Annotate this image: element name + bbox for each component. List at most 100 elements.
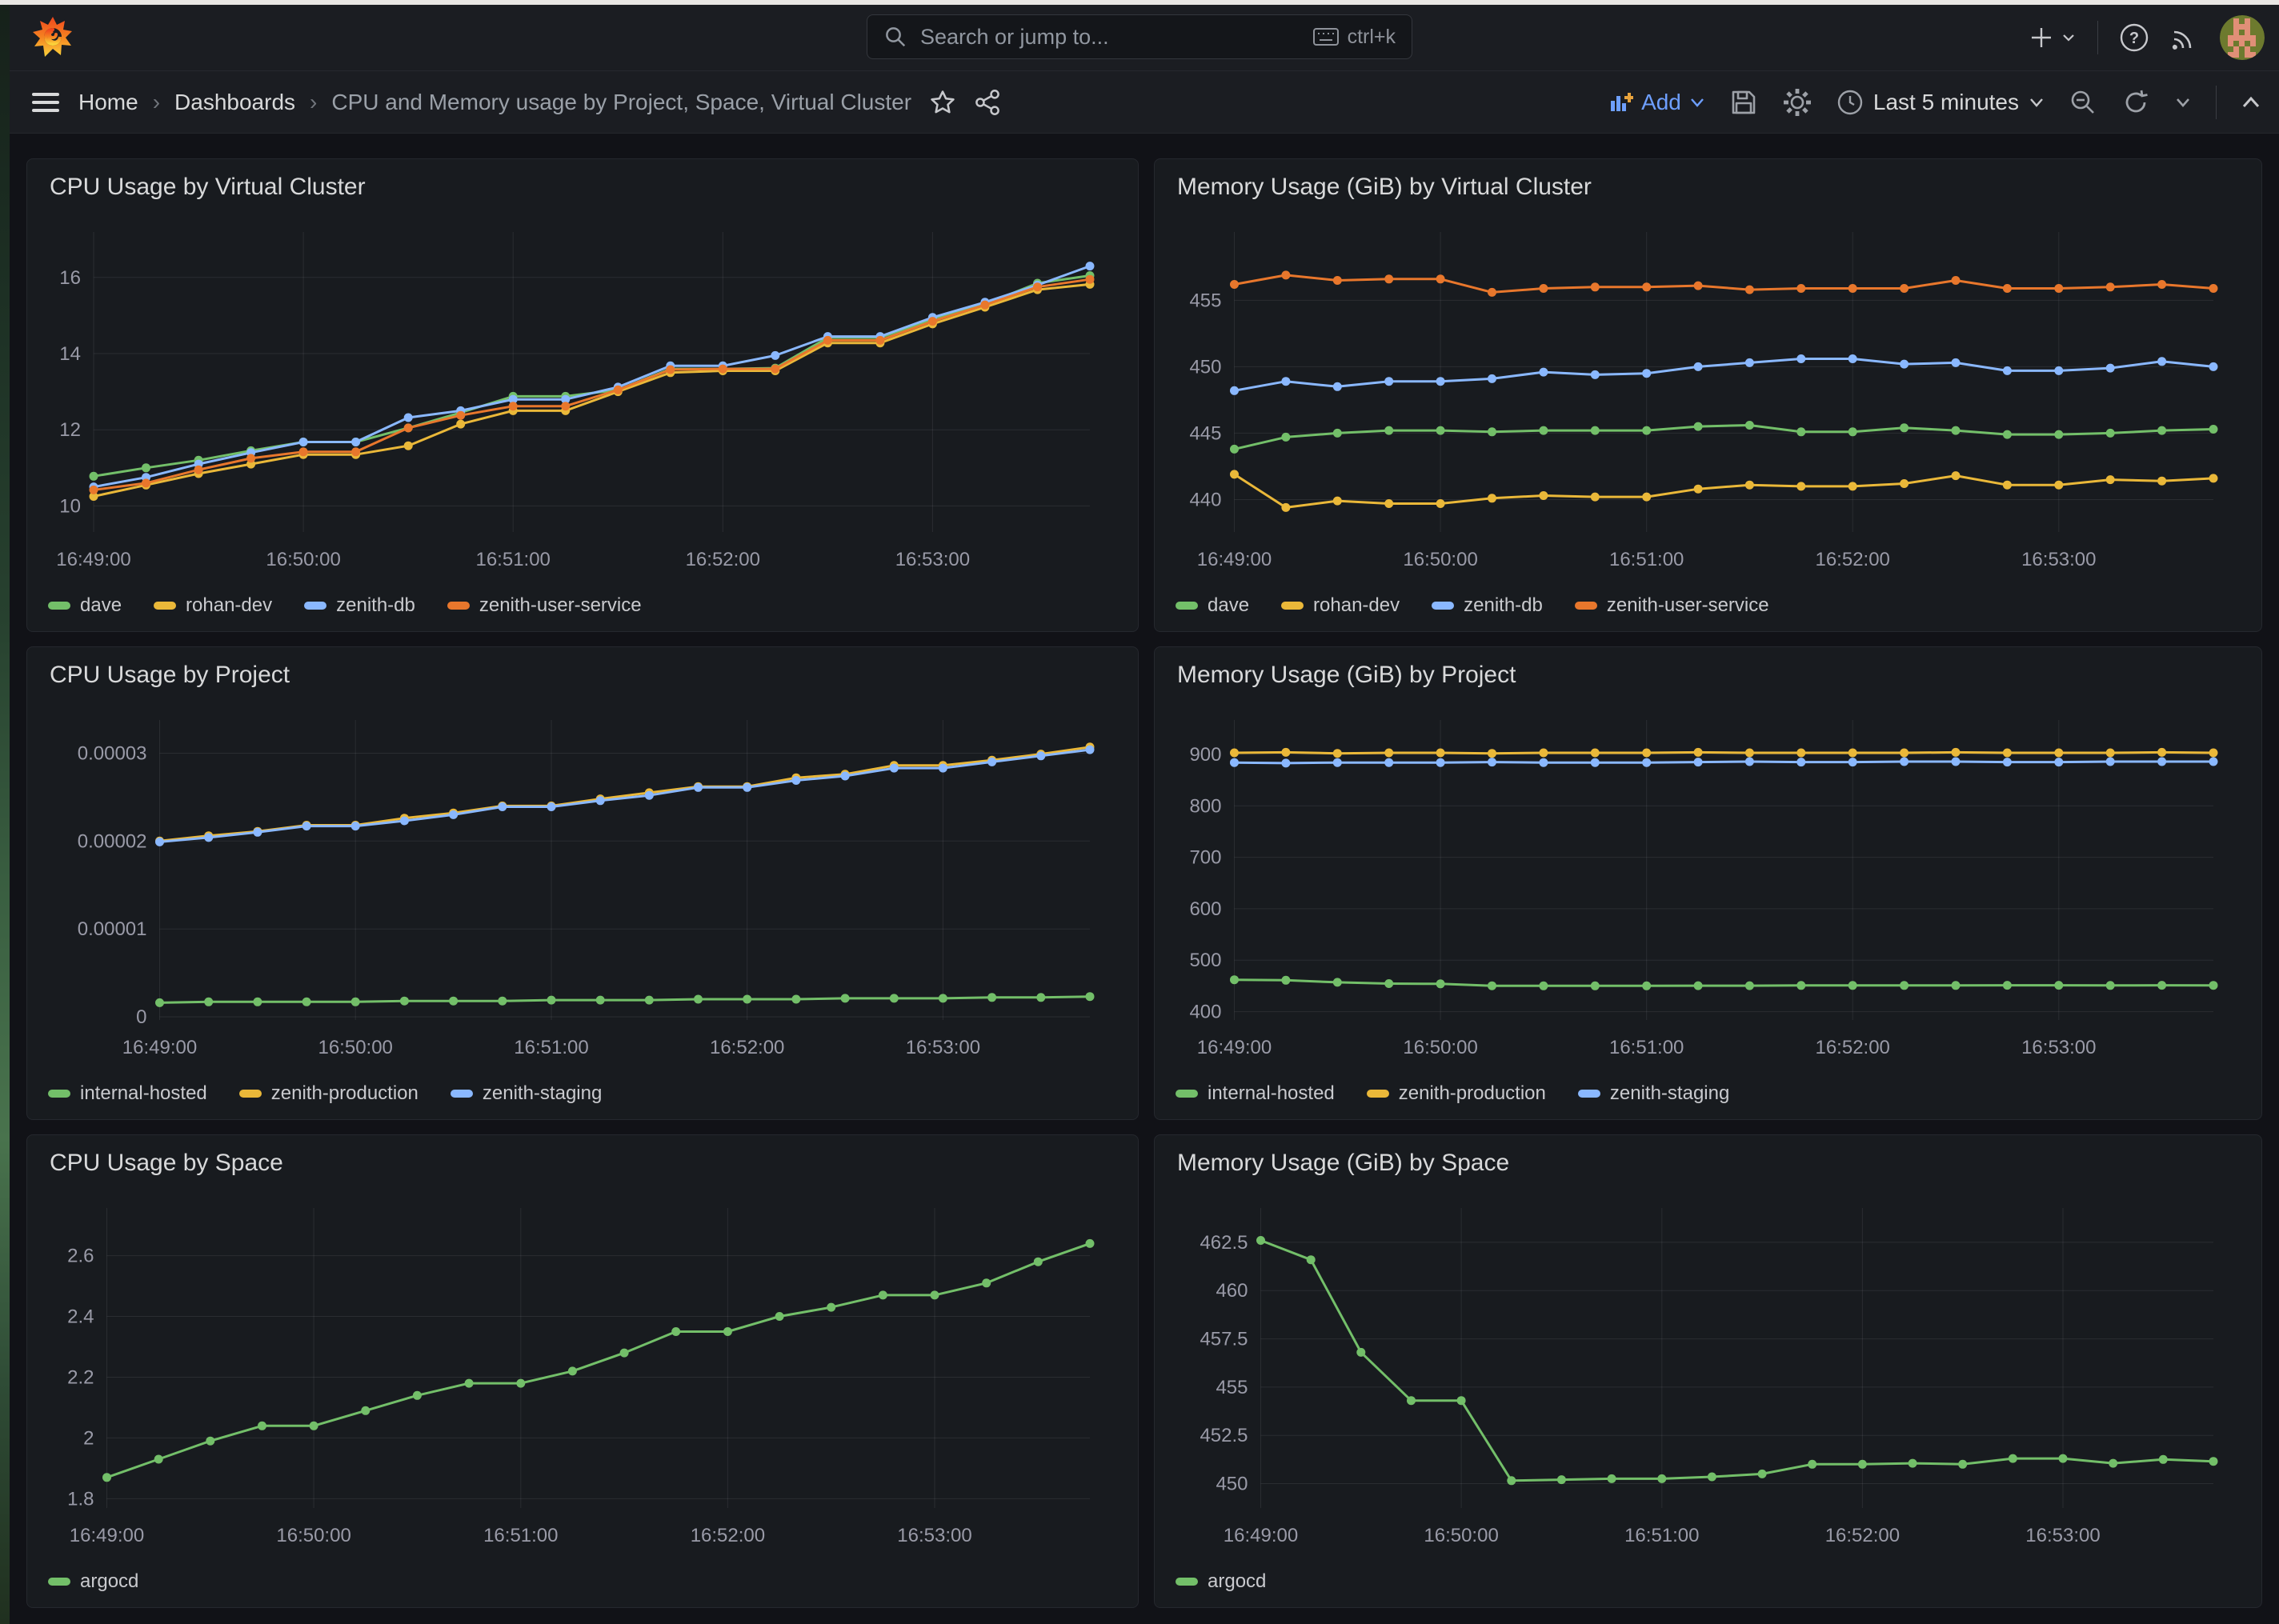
data-point-dave[interactable]: [1539, 426, 1548, 435]
data-point-argocd[interactable]: [310, 1422, 318, 1430]
data-point-rohan-dev[interactable]: [1900, 479, 1909, 488]
data-point-zenith-staging[interactable]: [694, 783, 703, 792]
data-point-argocd[interactable]: [206, 1437, 214, 1446]
data-point-dave[interactable]: [1591, 426, 1600, 435]
data-point-dave[interactable]: [1694, 422, 1703, 431]
data-point-internal-hosted[interactable]: [743, 995, 751, 1004]
data-point-zenith-staging[interactable]: [791, 776, 800, 785]
data-point-internal-hosted[interactable]: [2106, 981, 2115, 990]
data-point-dave[interactable]: [1796, 427, 1805, 436]
data-point-internal-hosted[interactable]: [1384, 979, 1393, 988]
legend-item-zenith-staging[interactable]: zenith-staging: [451, 1082, 602, 1105]
data-point-zenith-staging[interactable]: [841, 772, 850, 781]
data-point-argocd[interactable]: [2009, 1454, 2017, 1463]
data-point-argocd[interactable]: [2209, 1457, 2218, 1466]
data-point-zenith-db[interactable]: [1086, 262, 1095, 270]
data-point-zenith-staging[interactable]: [204, 833, 213, 842]
data-point-internal-hosted[interactable]: [400, 997, 409, 1006]
data-point-internal-hosted[interactable]: [302, 998, 311, 1006]
legend-item-dave[interactable]: dave: [48, 594, 122, 617]
data-point-zenith-staging[interactable]: [1333, 758, 1342, 767]
data-point-internal-hosted[interactable]: [253, 998, 262, 1006]
data-point-zenith-user-service[interactable]: [719, 365, 727, 374]
data-point-zenith-production[interactable]: [1694, 748, 1703, 757]
legend-item-zenith-production[interactable]: zenith-production: [239, 1082, 419, 1105]
data-point-zenith-staging[interactable]: [1436, 758, 1445, 767]
data-point-argocd[interactable]: [413, 1391, 422, 1400]
data-point-zenith-user-service[interactable]: [404, 423, 413, 432]
legend-item-internal-hosted[interactable]: internal-hosted: [1176, 1082, 1335, 1105]
data-point-zenith-db[interactable]: [771, 351, 779, 360]
data-point-dave[interactable]: [1642, 426, 1651, 435]
data-point-zenith-user-service[interactable]: [2106, 282, 2115, 291]
menu-icon[interactable]: [30, 91, 61, 114]
panel-title-cpu-by-space[interactable]: CPU Usage by Space: [50, 1150, 283, 1177]
data-point-zenith-user-service[interactable]: [561, 402, 570, 410]
data-point-zenith-production[interactable]: [2054, 749, 2063, 758]
data-point-zenith-staging[interactable]: [645, 791, 654, 800]
data-point-zenith-db[interactable]: [1230, 386, 1239, 395]
data-point-zenith-staging[interactable]: [1488, 758, 1496, 766]
data-point-dave[interactable]: [1900, 423, 1909, 432]
data-point-internal-hosted[interactable]: [2157, 981, 2166, 990]
legend-item-rohan-dev[interactable]: rohan-dev: [1281, 594, 1400, 617]
data-point-rohan-dev[interactable]: [1333, 497, 1342, 506]
data-point-rohan-dev[interactable]: [1281, 503, 1290, 512]
save-dashboard-icon[interactable]: [1729, 88, 1758, 117]
data-point-zenith-production[interactable]: [1591, 749, 1600, 758]
data-point-zenith-db[interactable]: [1642, 369, 1651, 378]
time-range-picker[interactable]: Last 5 minutes: [1836, 89, 2045, 116]
grafana-logo-icon[interactable]: [30, 15, 75, 60]
data-point-argocd[interactable]: [1356, 1348, 1365, 1357]
data-point-zenith-staging[interactable]: [155, 838, 164, 846]
data-point-zenith-production[interactable]: [2106, 749, 2115, 758]
data-point-internal-hosted[interactable]: [939, 994, 947, 1002]
data-point-dave[interactable]: [2003, 430, 2012, 439]
data-point-dave[interactable]: [2209, 425, 2218, 434]
data-point-zenith-db[interactable]: [2106, 364, 2115, 373]
data-point-zenith-staging[interactable]: [1642, 758, 1651, 767]
data-point-dave[interactable]: [1745, 421, 1754, 430]
data-point-zenith-staging[interactable]: [1848, 758, 1857, 766]
data-point-zenith-production[interactable]: [2209, 749, 2218, 758]
data-point-zenith-production[interactable]: [1952, 748, 1961, 757]
data-point-zenith-user-service[interactable]: [928, 317, 937, 326]
data-point-zenith-user-service[interactable]: [142, 478, 150, 487]
data-point-zenith-staging[interactable]: [1384, 758, 1393, 767]
chart-memory-by-virtual-cluster[interactable]: 44044545045516:49:0016:50:0016:51:0016:5…: [1155, 159, 2261, 631]
data-point-zenith-user-service[interactable]: [90, 486, 98, 494]
data-point-internal-hosted[interactable]: [841, 994, 850, 1002]
news-rss-icon[interactable]: [2170, 23, 2199, 52]
data-point-zenith-production[interactable]: [1745, 749, 1754, 758]
data-point-zenith-user-service[interactable]: [1539, 284, 1548, 293]
data-point-zenith-production[interactable]: [1642, 749, 1651, 758]
data-point-zenith-staging[interactable]: [1539, 758, 1548, 767]
data-point-argocd[interactable]: [1256, 1236, 1265, 1245]
data-point-internal-hosted[interactable]: [498, 997, 507, 1006]
data-point-rohan-dev[interactable]: [1591, 493, 1600, 502]
data-point-argocd[interactable]: [671, 1327, 680, 1336]
breadcrumb-dashboards[interactable]: Dashboards: [174, 90, 295, 115]
data-point-zenith-staging[interactable]: [253, 828, 262, 837]
data-point-zenith-user-service[interactable]: [2157, 280, 2166, 289]
data-point-rohan-dev[interactable]: [1796, 482, 1805, 490]
data-point-argocd[interactable]: [1557, 1475, 1566, 1484]
data-point-internal-hosted[interactable]: [449, 997, 458, 1006]
data-point-argocd[interactable]: [1457, 1396, 1466, 1405]
legend-item-zenith-user-service[interactable]: zenith-user-service: [447, 594, 642, 617]
data-point-internal-hosted[interactable]: [1642, 982, 1651, 990]
legend-item-zenith-production[interactable]: zenith-production: [1367, 1082, 1546, 1105]
data-point-internal-hosted[interactable]: [1591, 982, 1600, 990]
data-point-zenith-user-service[interactable]: [980, 301, 989, 310]
data-point-zenith-user-service[interactable]: [1900, 284, 1909, 293]
refresh-interval-chevron-icon[interactable]: [2174, 96, 2192, 109]
data-point-dave[interactable]: [1384, 426, 1393, 435]
data-point-internal-hosted[interactable]: [351, 998, 360, 1006]
data-point-zenith-user-service[interactable]: [666, 366, 675, 374]
data-point-zenith-db[interactable]: [1333, 382, 1342, 391]
data-point-zenith-db[interactable]: [1384, 377, 1393, 386]
data-point-zenith-db[interactable]: [2054, 366, 2063, 375]
data-point-zenith-db[interactable]: [1694, 362, 1703, 371]
data-point-zenith-user-service[interactable]: [351, 447, 360, 456]
data-point-internal-hosted[interactable]: [1230, 975, 1239, 984]
